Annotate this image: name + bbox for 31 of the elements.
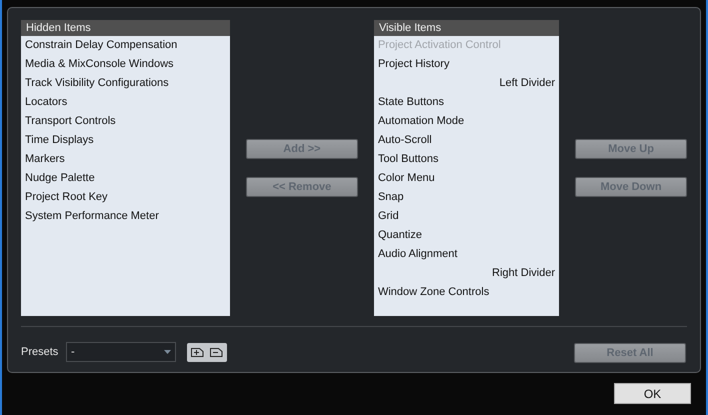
list-item[interactable]: State Buttons bbox=[374, 93, 559, 112]
list-item[interactable]: Project Root Key bbox=[21, 188, 230, 207]
ok-button[interactable]: OK bbox=[614, 383, 691, 404]
list-item[interactable]: Markers bbox=[21, 150, 230, 169]
list-item[interactable]: Auto-Scroll bbox=[374, 131, 559, 150]
list-item[interactable]: Grid bbox=[374, 207, 559, 226]
list-item[interactable]: System Performance Meter bbox=[21, 207, 230, 226]
list-item[interactable]: Locators bbox=[21, 93, 230, 112]
list-item[interactable]: Tool Buttons bbox=[374, 150, 559, 169]
list-item[interactable]: Quantize bbox=[374, 226, 559, 245]
list-item[interactable]: Nudge Palette bbox=[21, 169, 230, 188]
list-item[interactable]: Project History bbox=[374, 55, 559, 74]
divider-item[interactable]: Right Divider bbox=[374, 264, 559, 283]
divider-item[interactable]: Left Divider bbox=[374, 74, 559, 93]
list-header: Hidden Items bbox=[21, 20, 230, 36]
list-item[interactable]: Transport Controls bbox=[21, 112, 230, 131]
list-item[interactable]: Snap bbox=[374, 188, 559, 207]
list-item[interactable]: Window Zone Controls bbox=[374, 283, 559, 302]
list-item[interactable]: Audio Alignment bbox=[374, 245, 559, 264]
presets-dropdown[interactable]: - bbox=[66, 342, 176, 362]
list-header: Visible Items bbox=[374, 20, 559, 36]
list-item[interactable]: Automation Mode bbox=[374, 112, 559, 131]
list-item[interactable]: Track Visibility Configurations bbox=[21, 74, 230, 93]
remove-preset-icon[interactable] bbox=[210, 347, 223, 357]
add-preset-icon[interactable] bbox=[191, 347, 204, 357]
dropdown-caret-icon bbox=[164, 350, 171, 354]
list-item[interactable]: Time Displays bbox=[21, 131, 230, 150]
presets-label: Presets bbox=[21, 344, 60, 360]
list-item[interactable]: Media & MixConsole Windows bbox=[21, 55, 230, 74]
list-item[interactable]: Constrain Delay Compensation bbox=[21, 36, 230, 55]
list-item[interactable]: Color Menu bbox=[374, 169, 559, 188]
